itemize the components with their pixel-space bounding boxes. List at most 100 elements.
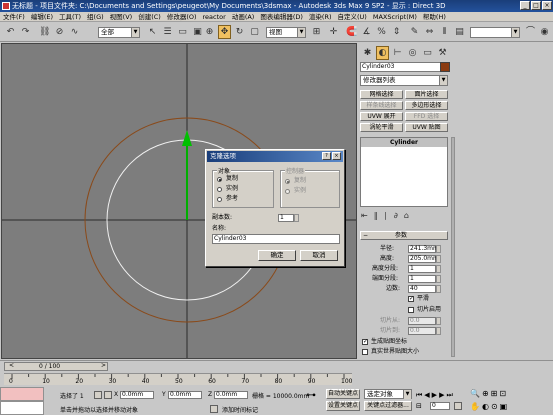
sides-spinner[interactable] [436,285,441,293]
selection-filter-dropdown[interactable]: 全部 ▼ [98,27,140,38]
modifier-button[interactable]: 面片选择 [405,90,448,99]
height-segments-field[interactable]: 1 [408,265,436,273]
menu-item[interactable]: 修改器(O) [164,12,200,22]
slice-to-field[interactable]: 0.0 [408,327,436,335]
menu-item[interactable]: reactor [200,12,229,22]
auto-key-button[interactable]: 自动关键点 [326,389,360,399]
height-spinner[interactable] [436,255,441,263]
height-segments-spinner[interactable] [436,265,441,273]
menu-item[interactable]: 自定义(U) [335,12,370,22]
menu-item[interactable]: 图表编辑器(D) [257,12,306,22]
copies-field[interactable]: 1 [278,214,294,222]
clone-name-field[interactable]: Cylinder03 [212,234,340,244]
modifier-button[interactable]: 样条线选择 [360,101,403,110]
slice-to-spinner[interactable] [436,327,441,335]
modify-tab-icon[interactable]: ◐ [376,46,389,60]
height-field[interactable]: 205.0mm [408,255,439,263]
modifier-stack[interactable]: Cylinder [360,137,448,207]
time-tag-icon[interactable] [210,405,218,413]
modifier-button[interactable]: UVW 展开 [360,112,403,121]
cancel-button[interactable]: 取消 [300,250,338,261]
maxscript-mini-listener[interactable] [0,401,44,415]
instance-radio[interactable] [217,187,222,192]
menu-item[interactable]: 视图(V) [107,12,136,22]
radius-spinner[interactable] [436,245,441,253]
menu-item[interactable]: 文件(F) [0,12,28,22]
reference-coordinate-dropdown[interactable]: 视图 ▼ [266,27,306,38]
cap-segments-field[interactable]: 1 [408,275,436,283]
copy-radio[interactable] [217,177,222,182]
menu-item[interactable]: 创建(C) [135,12,164,22]
maximize-button[interactable]: □ [531,1,541,10]
slice-from-field[interactable]: 0.0 [408,317,436,325]
set-key-button[interactable]: 设置关键点 [326,401,360,411]
display-tab-icon[interactable]: ▭ [421,46,434,60]
dialog-help-button[interactable]: ? [322,152,331,160]
object-color-swatch[interactable] [440,62,450,72]
modifier-list-dropdown[interactable]: 修改器列表 ▼ [360,75,448,86]
playback-controls[interactable]: ⏮◀▶▶⏭ [416,391,455,400]
y-coordinate-field[interactable]: 0.0mm [168,391,202,399]
z-coordinate-field[interactable]: 0.0mm [214,391,248,399]
slider-arrow-left-icon[interactable]: < [9,362,14,369]
select-object-icon[interactable]: ↖ [146,25,159,39]
key-filters-button[interactable]: 关键点过滤器... [364,401,412,411]
select-uniform-scale-icon[interactable]: ▢ [248,25,261,39]
modifier-button[interactable]: 多边形选择 [405,101,448,110]
select-manipulate-icon[interactable]: ✛ [327,25,340,39]
menu-item[interactable]: MAXScript(M) [370,12,420,22]
ok-button[interactable]: 确定 [258,250,296,261]
hierarchy-tab-icon[interactable]: ⊢ [391,46,404,60]
link-icon[interactable]: ⛓ [38,25,51,39]
motion-tab-icon[interactable]: ◎ [406,46,419,60]
generate-mapping-checkbox[interactable]: ✓ [362,339,368,345]
undo-icon[interactable]: ↶ [4,25,17,39]
minimize-button[interactable]: _ [520,1,530,10]
panel-scrollbar[interactable] [451,137,455,357]
parameters-rollout-header[interactable]: − 参数 [360,231,448,240]
curve-editor-icon[interactable]: ⌒ [524,25,537,39]
controller-copy-radio[interactable] [285,179,290,184]
select-by-name-icon[interactable]: ☰ [161,25,174,39]
controller-instance-radio[interactable] [285,189,290,194]
spinner-snap-icon[interactable]: ⇕ [390,25,403,39]
absolute-mode-icon[interactable] [104,391,112,399]
rectangular-selection-icon[interactable]: ▭ [176,25,189,39]
selection-set-dropdown[interactable]: 选定对象 ▼ [364,389,412,399]
object-name-field[interactable]: Cylinder03 [360,62,442,72]
snap-toggle-icon[interactable]: 🧲 [345,25,358,39]
menu-item[interactable]: 组(G) [84,12,107,22]
modifier-button[interactable]: FFD 选择 [405,112,448,121]
create-tab-icon[interactable]: ✱ [361,46,374,60]
slice-on-checkbox[interactable] [408,307,414,313]
align-icon[interactable]: ⫴ [438,25,451,39]
modifier-button[interactable]: 网格选择 [360,90,403,99]
mirror-icon[interactable]: ⇔ [423,25,436,39]
select-rotate-icon[interactable]: ✥ [218,25,231,39]
pivot-center-icon[interactable]: ⊞ [310,25,323,39]
slider-arrow-right-icon[interactable]: > [101,362,106,369]
add-time-tag[interactable]: 添加时间标记 [222,405,258,414]
render-icon[interactable]: ◉ [538,25,551,39]
real-world-map-checkbox[interactable] [362,349,368,355]
key-icon[interactable]: ⊶ [306,391,316,401]
viewport-nav-controls-2[interactable]: ✋◐⊙▣ [470,402,509,411]
close-button[interactable]: × [542,1,552,10]
unlink-icon[interactable]: ⊘ [53,25,66,39]
percent-snap-icon[interactable]: % [375,25,388,39]
key-mode-controls[interactable]: ⊟ [416,402,424,410]
menu-item[interactable]: 帮助(H) [420,12,449,22]
select-move-icon[interactable]: ⊕ [203,25,216,39]
menu-item[interactable]: 工具(T) [56,12,84,22]
lock-selection-icon[interactable] [94,391,102,399]
dialog-close-button[interactable]: × [332,152,341,160]
slice-from-spinner[interactable] [436,317,441,325]
angle-snap-icon[interactable]: ∡ [360,25,373,39]
x-coordinate-field[interactable]: 0.0mm [120,391,154,399]
menu-item[interactable]: 动画(A) [229,12,258,22]
stack-tools[interactable]: ⇤‖∣∂⌂ [361,211,415,220]
menu-item[interactable]: 渲染(R) [306,12,335,22]
time-slider[interactable]: < 0 / 100 > [4,362,108,371]
radius-field[interactable]: 241.3mm [408,245,439,253]
sides-field[interactable]: 40 [408,285,436,293]
